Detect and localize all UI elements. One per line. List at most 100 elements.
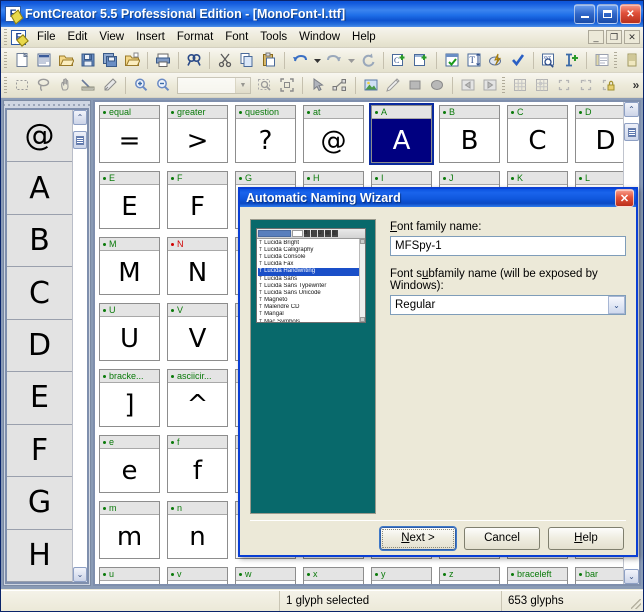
preview-glyph[interactable]: E <box>7 372 72 425</box>
menu-file[interactable]: File <box>31 29 62 45</box>
grid-icon[interactable] <box>509 75 531 96</box>
insert-glyphs-icon[interactable] <box>410 50 432 71</box>
menubar-grip[interactable] <box>3 29 8 45</box>
glyph-cell[interactable]: braceleft { <box>507 567 568 584</box>
mdi-restore-button[interactable]: ❐ <box>606 30 622 44</box>
glyph-cell[interactable]: zz <box>439 567 500 584</box>
copy-icon[interactable] <box>236 50 258 71</box>
prev-glyph-icon[interactable] <box>457 75 479 96</box>
refresh-icon[interactable] <box>357 50 379 71</box>
glyph-cell[interactable]: yy <box>371 567 432 584</box>
mdi-close-button[interactable]: ✕ <box>624 30 640 44</box>
preview-glyph[interactable]: D <box>7 319 72 373</box>
toolbar-grip-2[interactable] <box>613 52 618 68</box>
preview-glyph[interactable]: C <box>7 267 72 320</box>
save-all-icon[interactable] <box>99 50 121 71</box>
edit-toolbar-overflow-button[interactable]: » <box>629 75 643 96</box>
open-icon[interactable] <box>55 50 77 71</box>
paste-icon[interactable] <box>258 50 280 71</box>
glyph-cell[interactable]: xx <box>303 567 364 584</box>
glyph-cell[interactable]: greater > <box>167 105 228 163</box>
preview-glyph[interactable]: G <box>7 477 72 530</box>
snap-grid-icon[interactable] <box>531 75 553 96</box>
menu-format[interactable]: Format <box>171 29 219 45</box>
resize-grip[interactable] <box>629 591 643 611</box>
glyph-cell[interactable]: CC <box>507 105 568 163</box>
preview-glyph-list[interactable]: @ A B C D E F G H <box>7 110 72 582</box>
grid-scroll-down-icon[interactable]: ⌄ <box>624 569 639 584</box>
glyph-cell[interactable]: ee <box>99 435 160 493</box>
scroll-up-icon[interactable]: ⌃ <box>73 110 87 125</box>
next-button[interactable]: Next > <box>380 526 456 550</box>
undo-icon[interactable] <box>289 50 311 71</box>
glyph-cell[interactable]: asciicir... ^ <box>167 369 228 427</box>
scrollbar-track[interactable] <box>73 149 87 567</box>
glyph-cell[interactable]: bracke...] <box>99 369 160 427</box>
preview-glyph[interactable]: A <box>7 162 72 215</box>
next-glyph-icon[interactable] <box>479 75 501 96</box>
chevron-down-icon[interactable]: ▼ <box>235 77 250 93</box>
tearoff-icon[interactable] <box>621 50 643 71</box>
menu-edit[interactable]: Edit <box>62 29 94 45</box>
redo-dropdown-icon[interactable] <box>345 50 357 71</box>
view-toolbar-grip[interactable] <box>501 77 506 93</box>
rectangle-icon[interactable] <box>404 75 426 96</box>
install-font-icon[interactable] <box>121 50 143 71</box>
image-icon[interactable] <box>360 75 382 96</box>
glyph-cell[interactable]: VV <box>167 303 228 361</box>
redo-icon[interactable] <box>323 50 345 71</box>
glyph-cell[interactable]: nn <box>167 501 228 559</box>
cancel-button[interactable]: Cancel <box>464 526 540 550</box>
autohint-icon[interactable] <box>485 50 507 71</box>
zoom-selection-icon[interactable] <box>254 75 276 96</box>
menu-view[interactable]: View <box>93 29 130 45</box>
select-icon[interactable] <box>11 75 33 96</box>
ellipse-icon[interactable] <box>426 75 448 96</box>
glyph-cell[interactable]: DD <box>575 105 623 163</box>
new-from-template-icon[interactable] <box>33 50 55 71</box>
pencil-icon[interactable] <box>382 75 404 96</box>
preview-glyph[interactable]: H <box>7 529 72 582</box>
zoom-combo[interactable]: ▼ <box>177 76 251 94</box>
glyph-cell[interactable]: MM <box>99 237 160 295</box>
guides-icon[interactable] <box>553 75 575 96</box>
preview-scrollbar[interactable]: ⌃ ⌄ <box>72 110 87 582</box>
close-button[interactable]: ✕ <box>620 4 641 24</box>
font-subfamily-select[interactable]: Regular ⌄ <box>390 295 626 315</box>
glyph-cell[interactable]: FF <box>167 171 228 229</box>
validate-icon[interactable] <box>441 50 463 71</box>
new-icon[interactable] <box>11 50 33 71</box>
transform-icon[interactable]: T <box>463 50 485 71</box>
metrics-icon[interactable] <box>575 75 597 96</box>
fit-to-window-icon[interactable] <box>276 75 298 96</box>
dialog-close-button[interactable]: ✕ <box>615 189 634 207</box>
glyph-cell[interactable]: at @ <box>303 105 364 163</box>
restore-button[interactable] <box>597 4 618 24</box>
mdi-minimize-button[interactable]: _ <box>588 30 604 44</box>
document-icon[interactable]: F <box>11 29 26 45</box>
glyph-cell[interactable]: EE <box>99 171 160 229</box>
preview-glyph[interactable]: @ <box>7 110 72 163</box>
glyph-cell[interactable]: AA <box>369 103 434 165</box>
menu-font[interactable]: Font <box>219 29 254 45</box>
glyph-cell[interactable]: bar | <box>575 567 623 584</box>
save-icon[interactable] <box>77 50 99 71</box>
preview-panel-grip[interactable] <box>4 101 90 108</box>
font-family-input[interactable]: MFSpy-1 <box>390 236 626 256</box>
grid-scroll-up-icon[interactable]: ⌃ <box>624 102 639 117</box>
measure-icon[interactable] <box>77 75 99 96</box>
glyph-cell[interactable]: equal = <box>99 105 160 163</box>
glyph-cell[interactable]: vv <box>167 567 228 584</box>
cut-icon[interactable] <box>214 50 236 71</box>
test-font-icon[interactable]: xyz <box>538 50 560 71</box>
add-glyph-icon[interactable] <box>560 50 582 71</box>
scrollbar-thumb[interactable] <box>73 131 87 149</box>
grid-scrollbar-thumb[interactable] <box>624 123 639 141</box>
glyph-cell[interactable]: question? <box>235 105 296 163</box>
glyph-cell[interactable]: uu <box>99 567 160 584</box>
glyph-cell[interactable]: BB <box>439 105 500 163</box>
pan-hand-icon[interactable] <box>55 75 77 96</box>
edit-toolbar-grip[interactable] <box>3 77 8 93</box>
glyph-cell[interactable]: ww <box>235 567 296 584</box>
glyph-cell[interactable]: NN <box>167 237 228 295</box>
